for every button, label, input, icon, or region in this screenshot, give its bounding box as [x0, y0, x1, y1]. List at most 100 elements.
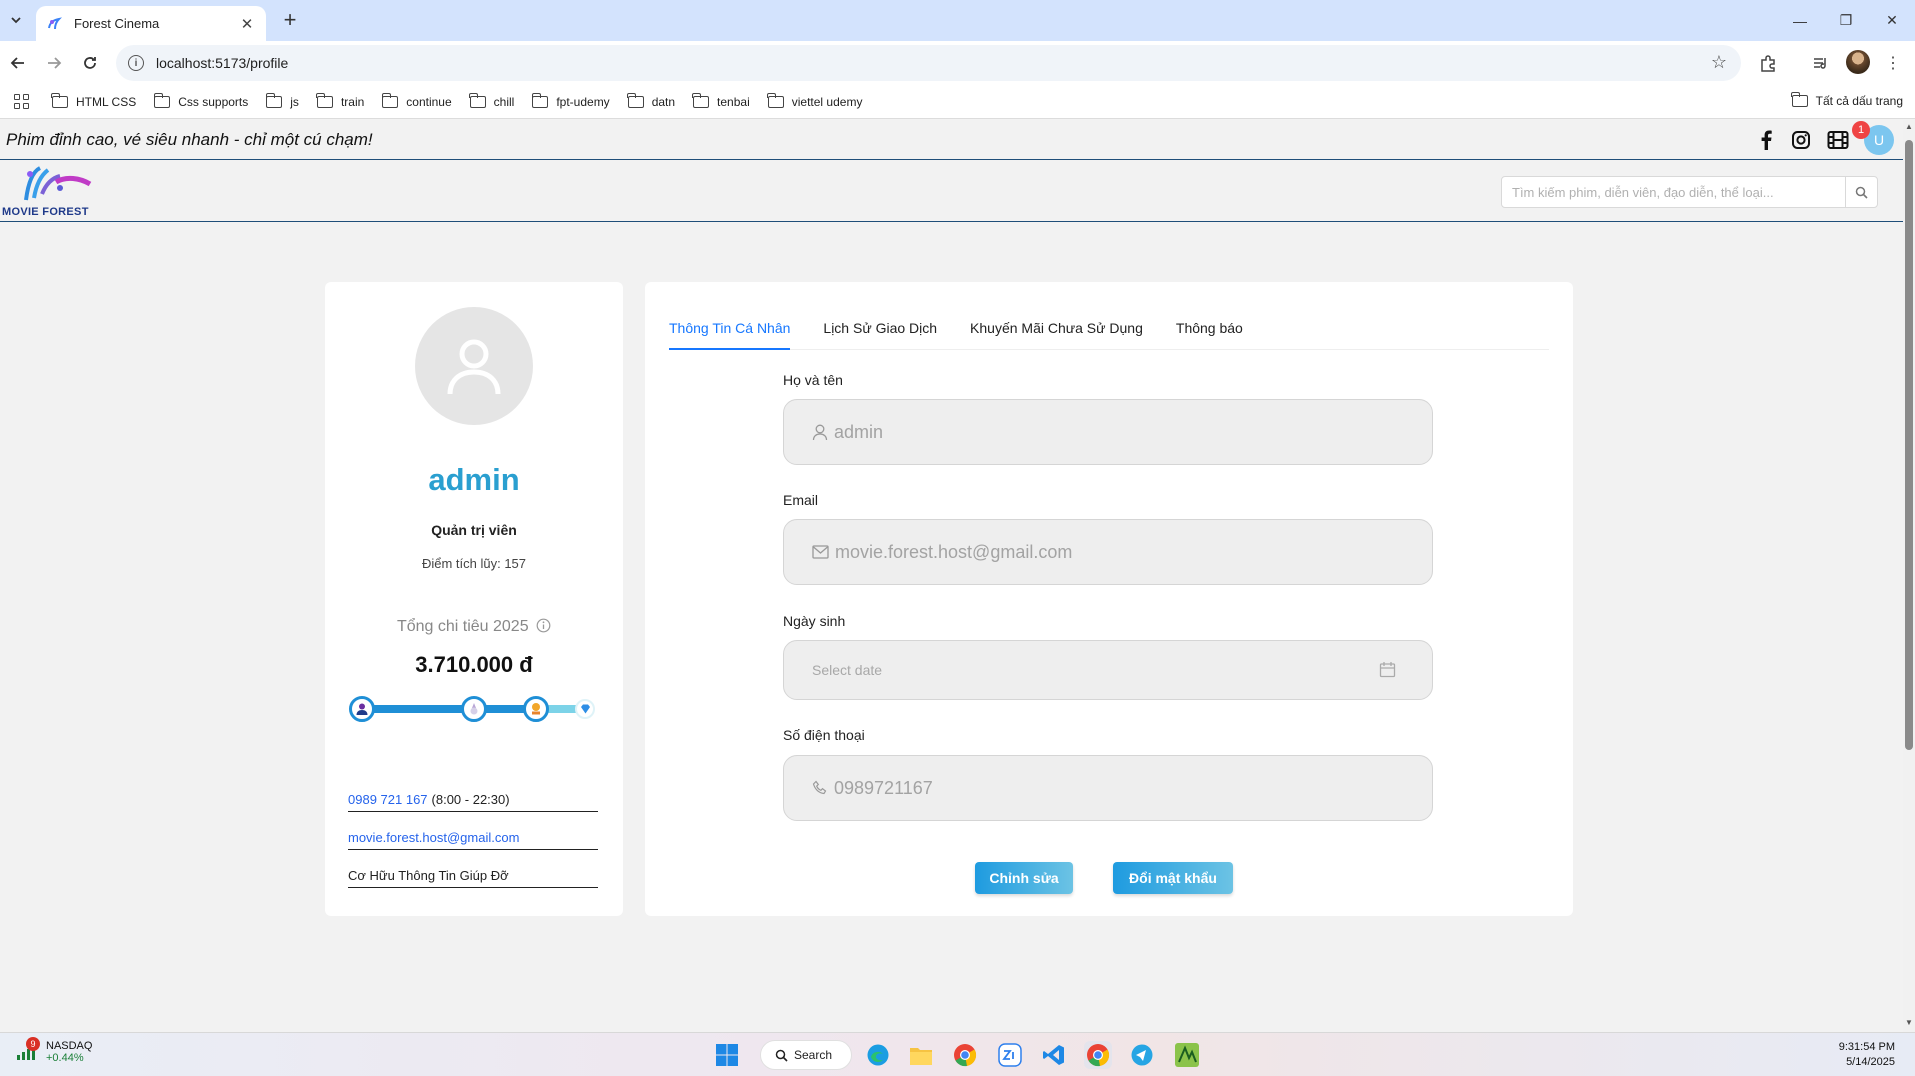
search-button[interactable] — [1845, 177, 1877, 207]
edit-button[interactable]: Chỉnh sửa — [975, 862, 1073, 894]
reload-button[interactable] — [77, 50, 103, 76]
mail-icon — [812, 545, 829, 559]
progress-fill — [359, 705, 528, 713]
scroll-up-icon[interactable]: ▲ — [1904, 122, 1914, 131]
dob-datepicker[interactable]: Select date — [783, 640, 1433, 700]
extensions-icon[interactable] — [1755, 50, 1781, 76]
name-field[interactable]: admin — [783, 399, 1433, 465]
site-logo[interactable]: MOVIE FOREST — [0, 162, 120, 218]
profile-avatar[interactable] — [415, 307, 533, 425]
url-text[interactable]: localhost:5173/profile — [156, 55, 288, 71]
email-value: movie.forest.host@gmail.com — [835, 541, 1073, 562]
profile-role: Quản trị viên — [431, 522, 517, 538]
bookmark-folder[interactable]: HTML CSS — [51, 92, 136, 109]
address-bar[interactable]: i localhost:5173/profile ☆ — [116, 45, 1741, 81]
browser-tab[interactable]: Forest Cinema ✕ — [36, 6, 266, 41]
app-green-icon[interactable] — [1173, 1041, 1201, 1069]
window-controls: — ❐ ✕ — [1777, 0, 1915, 41]
name-label: Họ và tên — [783, 372, 843, 388]
browser-tabstrip: Forest Cinema ✕ + — ❐ ✕ — [0, 0, 1915, 41]
email-label: Email — [783, 492, 819, 508]
browser-toolbar: i localhost:5173/profile ☆ ⋮ — [0, 41, 1915, 85]
bookmark-folder[interactable]: chill — [469, 92, 514, 109]
scroll-thumb[interactable] — [1905, 140, 1913, 750]
stock-widget[interactable]: 9 NASDAQ +0.44% — [14, 1037, 92, 1064]
bookmark-star-icon[interactable]: ☆ — [1711, 52, 1727, 73]
apps-grid-icon[interactable] — [14, 93, 30, 110]
movie-search-input[interactable] — [1502, 177, 1845, 207]
all-bookmarks-button[interactable]: Tất cả dấu trang — [1791, 92, 1903, 108]
close-window-button[interactable]: ✕ — [1869, 0, 1915, 41]
system-clock[interactable]: 9:31:54 PM 5/14/2025 — [1839, 1040, 1895, 1070]
chrome-icon[interactable] — [951, 1041, 979, 1069]
bookmark-folder[interactable]: tenbai — [692, 92, 750, 109]
site-favicon-icon — [48, 16, 62, 29]
app-bird-icon[interactable] — [1128, 1041, 1156, 1069]
folder-icon — [265, 92, 283, 108]
folder-icon — [51, 92, 68, 108]
tab-personal-info[interactable]: Thông Tin Cá Nhân — [669, 282, 791, 350]
tab-transaction-history[interactable]: Lịch Sử Giao Dịch — [823, 282, 937, 350]
bookmark-folder[interactable]: continue — [381, 92, 452, 109]
taskbar-search[interactable]: Search — [760, 1040, 852, 1070]
windows-start-icon[interactable] — [713, 1041, 741, 1069]
help-text[interactable]: Cơ Hữu Thông Tin Giúp Đỡ — [348, 868, 509, 883]
phone-field[interactable]: 0989721167 — [783, 755, 1433, 821]
forward-button[interactable] — [41, 50, 67, 76]
email-field[interactable]: movie.forest.host@gmail.com — [783, 519, 1433, 585]
tab-notifications[interactable]: Thông báo — [1176, 282, 1243, 350]
film-icon[interactable] — [1826, 128, 1850, 152]
page-scrollbar[interactable]: ▲ ▼ — [1903, 120, 1915, 1032]
bookmark-folder[interactable]: fpt-udemy — [531, 92, 610, 109]
tab-close-icon[interactable]: ✕ — [238, 15, 256, 33]
folder-icon — [1791, 92, 1808, 107]
folder-icon — [531, 92, 549, 108]
instagram-icon[interactable] — [1789, 128, 1813, 152]
vscode-icon[interactable] — [1040, 1041, 1068, 1069]
facebook-icon[interactable] — [1754, 128, 1778, 152]
bookmark-folder[interactable]: viettel udemy — [767, 92, 862, 109]
ticker-change: +0.44% — [46, 1052, 84, 1064]
browser-profile-avatar[interactable] — [1846, 50, 1870, 74]
support-email-link[interactable]: movie.forest.host@gmail.com — [348, 830, 519, 845]
minimize-button[interactable]: — — [1777, 0, 1823, 41]
restore-button[interactable]: ❐ — [1823, 0, 1869, 41]
dob-placeholder: Select date — [812, 662, 883, 678]
media-control-icon[interactable] — [1808, 50, 1834, 76]
back-arrow-icon — [10, 57, 24, 69]
folder-icon — [381, 92, 399, 108]
zalo-icon[interactable] — [996, 1041, 1024, 1069]
calendar-icon[interactable] — [1379, 661, 1396, 681]
site-info-icon[interactable]: i — [128, 55, 144, 71]
folder-icon — [153, 92, 171, 108]
tab-unused-promotions[interactable]: Khuyến Mãi Chưa Sử Dụng — [970, 282, 1143, 350]
profile-summary-card: admin Quản trị viên Điểm tích lũy: 157 T… — [325, 282, 623, 916]
folder-icon — [767, 92, 784, 108]
edge-browser-icon[interactable] — [864, 1041, 892, 1069]
site-header: MOVIE FOREST — [0, 160, 1903, 222]
file-explorer-icon[interactable] — [907, 1041, 935, 1069]
bookmark-folder[interactable]: datn — [627, 92, 675, 109]
tab-search-button[interactable] — [6, 10, 26, 30]
bookmark-folder[interactable]: Css supports — [153, 92, 248, 109]
spend-value: 3.710.000 đ — [415, 652, 533, 677]
folder-icon — [692, 92, 710, 108]
folder-icon — [627, 92, 644, 108]
user-icon — [812, 424, 828, 441]
stock-chart-icon: 9 — [14, 1037, 40, 1064]
hotline-link[interactable]: 0989 721 167 — [348, 792, 428, 807]
clock-date: 5/14/2025 — [1846, 1056, 1895, 1068]
change-password-button[interactable]: Đổi mật khẩu — [1113, 862, 1233, 894]
help-line[interactable]: Cơ Hữu Thông Tin Giúp Đỡ — [348, 858, 598, 888]
hotline-line: 0989 721 167 (8:00 - 22:30) — [348, 782, 598, 812]
bookmark-folder[interactable]: js — [265, 92, 299, 109]
chrome-dev-icon[interactable] — [1084, 1041, 1112, 1069]
scroll-down-icon[interactable]: ▼ — [1904, 1018, 1914, 1027]
folder-icon — [316, 92, 333, 108]
browser-menu-icon[interactable]: ⋮ — [1880, 50, 1906, 76]
new-tab-button[interactable]: + — [278, 9, 302, 33]
info-icon[interactable] — [536, 618, 551, 633]
bookmark-folder[interactable]: train — [316, 92, 364, 109]
back-button[interactable] — [5, 50, 31, 76]
widget-badge: 9 — [26, 1037, 40, 1051]
